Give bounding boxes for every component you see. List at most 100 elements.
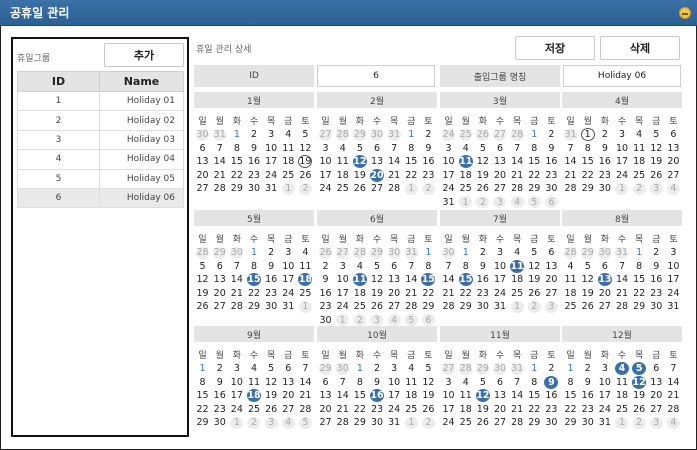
calendar-day[interactable]: 23: [474, 287, 491, 301]
calendar-day[interactable]: 6: [543, 196, 560, 210]
calendar-day[interactable]: 8: [228, 142, 245, 156]
calendar-day[interactable]: 23: [579, 403, 596, 417]
calendar-day[interactable]: 28: [228, 300, 245, 314]
calendar-day[interactable]: 20: [317, 403, 334, 417]
calendar-day[interactable]: 16: [368, 389, 385, 403]
calendar-day[interactable]: 17: [263, 155, 280, 169]
calendar-day[interactable]: 10: [228, 376, 245, 390]
calendar-day[interactable]: 30: [386, 246, 403, 260]
calendar-day[interactable]: 11: [457, 155, 474, 169]
calendar-day[interactable]: 2: [317, 260, 334, 274]
calendar-day[interactable]: 7: [228, 260, 245, 274]
calendar-day[interactable]: 25: [457, 182, 474, 196]
calendar-day[interactable]: 29: [245, 300, 262, 314]
calendar-day[interactable]: 30: [368, 128, 385, 142]
column-header-id[interactable]: ID: [17, 71, 100, 92]
calendar-day[interactable]: 30: [368, 416, 385, 430]
calendar-day[interactable]: 1: [297, 300, 314, 314]
calendar-day[interactable]: 19: [474, 403, 491, 417]
calendar-day[interactable]: 29: [457, 300, 474, 314]
calendar-day[interactable]: 15: [228, 155, 245, 169]
calendar-day[interactable]: 24: [613, 169, 630, 183]
calendar-day[interactable]: 25: [562, 300, 579, 314]
calendar-day[interactable]: 19: [474, 169, 491, 183]
calendar-day[interactable]: 14: [613, 273, 630, 287]
calendar-day[interactable]: 7: [297, 362, 314, 376]
add-button[interactable]: 추가: [104, 43, 184, 67]
calendar-day[interactable]: 27: [280, 403, 297, 417]
calendar-day[interactable]: 3: [317, 142, 334, 156]
calendar-day[interactable]: 2: [420, 182, 437, 196]
calendar-day[interactable]: 18: [297, 273, 314, 287]
table-row[interactable]: 2 Holiday 02: [17, 110, 184, 131]
calendar-day[interactable]: 3: [228, 362, 245, 376]
calendar-day[interactable]: 28: [613, 300, 630, 314]
calendar-day[interactable]: 11: [509, 259, 526, 274]
calendar-day[interactable]: 14: [297, 376, 314, 390]
calendar-day[interactable]: 15: [631, 273, 648, 287]
calendar-day[interactable]: 7: [403, 260, 420, 274]
calendar-day[interactable]: 16: [211, 389, 228, 403]
calendar-day[interactable]: 9: [245, 142, 262, 156]
calendar-day[interactable]: 19: [631, 389, 648, 403]
calendar-day[interactable]: 27: [491, 182, 508, 196]
calendar-day[interactable]: 29: [526, 416, 543, 430]
calendar-day[interactable]: 26: [263, 403, 280, 417]
calendar-day[interactable]: 24: [596, 403, 613, 417]
calendar-day[interactable]: 19: [351, 169, 368, 183]
calendar-day[interactable]: 28: [509, 182, 526, 196]
calendar-day[interactable]: 12: [526, 260, 543, 274]
calendar-day[interactable]: 29: [228, 182, 245, 196]
calendar-day[interactable]: 7: [665, 362, 682, 376]
calendar-day[interactable]: 26: [474, 182, 491, 196]
calendar-day[interactable]: 12: [351, 155, 368, 169]
calendar-day[interactable]: 1: [194, 362, 211, 376]
calendar-day[interactable]: 30: [263, 300, 280, 314]
calendar-day[interactable]: 31: [440, 196, 457, 210]
calendar-day[interactable]: 2: [596, 128, 613, 142]
calendar-day[interactable]: 3: [368, 314, 385, 328]
id-value-field[interactable]: 6: [317, 65, 435, 87]
calendar-day[interactable]: 25: [613, 403, 630, 417]
calendar-day[interactable]: 2: [543, 128, 560, 142]
calendar-day[interactable]: 4: [509, 196, 526, 210]
calendar-day[interactable]: 19: [579, 287, 596, 301]
calendar-day[interactable]: 11: [403, 376, 420, 390]
calendar-day[interactable]: 2: [579, 362, 596, 376]
calendar-day[interactable]: 9: [579, 376, 596, 390]
calendar-day[interactable]: 22: [631, 287, 648, 301]
calendar-day[interactable]: 3: [491, 246, 508, 260]
calendar-day[interactable]: 29: [562, 416, 579, 430]
calendar-day[interactable]: 2: [474, 246, 491, 260]
calendar-day[interactable]: 10: [491, 260, 508, 274]
calendar-day[interactable]: 20: [211, 287, 228, 301]
calendar-day[interactable]: 4: [562, 260, 579, 274]
calendar-day[interactable]: 19: [263, 389, 280, 403]
calendar-day[interactable]: 14: [403, 273, 420, 287]
calendar-day[interactable]: 2: [543, 362, 560, 376]
calendar-day[interactable]: 1: [351, 362, 368, 376]
calendar-day[interactable]: 29: [317, 362, 334, 376]
calendar-day[interactable]: 29: [579, 246, 596, 260]
calendar-day[interactable]: 10: [386, 376, 403, 390]
calendar-day[interactable]: 8: [631, 260, 648, 274]
calendar-day[interactable]: 24: [334, 300, 351, 314]
calendar-day[interactable]: 15: [457, 273, 474, 287]
calendar-day[interactable]: 13: [317, 389, 334, 403]
calendar-day[interactable]: 28: [194, 246, 211, 260]
calendar-day[interactable]: 9: [420, 142, 437, 156]
calendar-day[interactable]: 3: [263, 128, 280, 142]
calendar-day[interactable]: 3: [648, 416, 665, 430]
calendar-day[interactable]: 16: [317, 287, 334, 301]
calendar-day[interactable]: 24: [440, 128, 457, 142]
calendar-day[interactable]: 20: [648, 389, 665, 403]
table-row[interactable]: 1 Holiday 01: [17, 90, 184, 112]
calendar-day[interactable]: 7: [562, 142, 579, 156]
calendar-day[interactable]: 1: [420, 246, 437, 260]
calendar-day[interactable]: 3: [543, 300, 560, 314]
calendar-day[interactable]: 1: [457, 246, 474, 260]
calendar-day[interactable]: 2: [631, 182, 648, 196]
calendar-day[interactable]: 26: [351, 182, 368, 196]
calendar-day[interactable]: 30: [194, 128, 211, 142]
calendar-day[interactable]: 14: [509, 389, 526, 403]
